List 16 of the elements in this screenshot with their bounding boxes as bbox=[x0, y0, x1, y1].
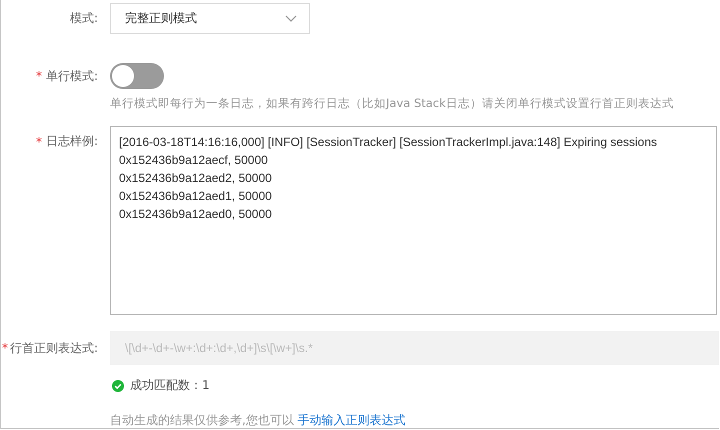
manual-regex-link[interactable]: 手动输入正则表达式 bbox=[298, 413, 406, 427]
required-mark: * bbox=[36, 134, 42, 148]
hint-text: 自动生成的结果仅供参考,您也可以 bbox=[110, 413, 294, 427]
required-mark: * bbox=[2, 341, 8, 355]
required-mark: * bbox=[36, 69, 42, 83]
field-label: 日志样例: bbox=[46, 133, 98, 150]
chevron-down-icon bbox=[285, 14, 297, 22]
mode-select[interactable]: 完整正则模式 bbox=[110, 3, 310, 34]
field-label: 模式: bbox=[70, 10, 98, 27]
field-label: 行首正则表达式: bbox=[10, 340, 98, 356]
log-sample-field[interactable]: [2016-03-18T14:16:16,000] [INFO] [SessionTracker] [SessionTrackerImpl.java:148] Expiring sessions 0x152436b9a12aecf, 50000 0x152436b9a12aed2, 50000 0x152436b9a12aed1, 50000 0x152436b9a12aed0, 50000 bbox=[110, 126, 717, 315]
help-text: 单行模式即每行为一条日志，如果有跨行日志（比如Java Stack日志）请关闭单行模式设置行首正则表达式 bbox=[110, 96, 675, 111]
match-count: 成功匹配数：1 bbox=[130, 377, 210, 394]
field-label: 单行模式: bbox=[46, 68, 98, 84]
toggle-switch[interactable] bbox=[110, 63, 164, 89]
check-circle-icon bbox=[112, 380, 124, 392]
